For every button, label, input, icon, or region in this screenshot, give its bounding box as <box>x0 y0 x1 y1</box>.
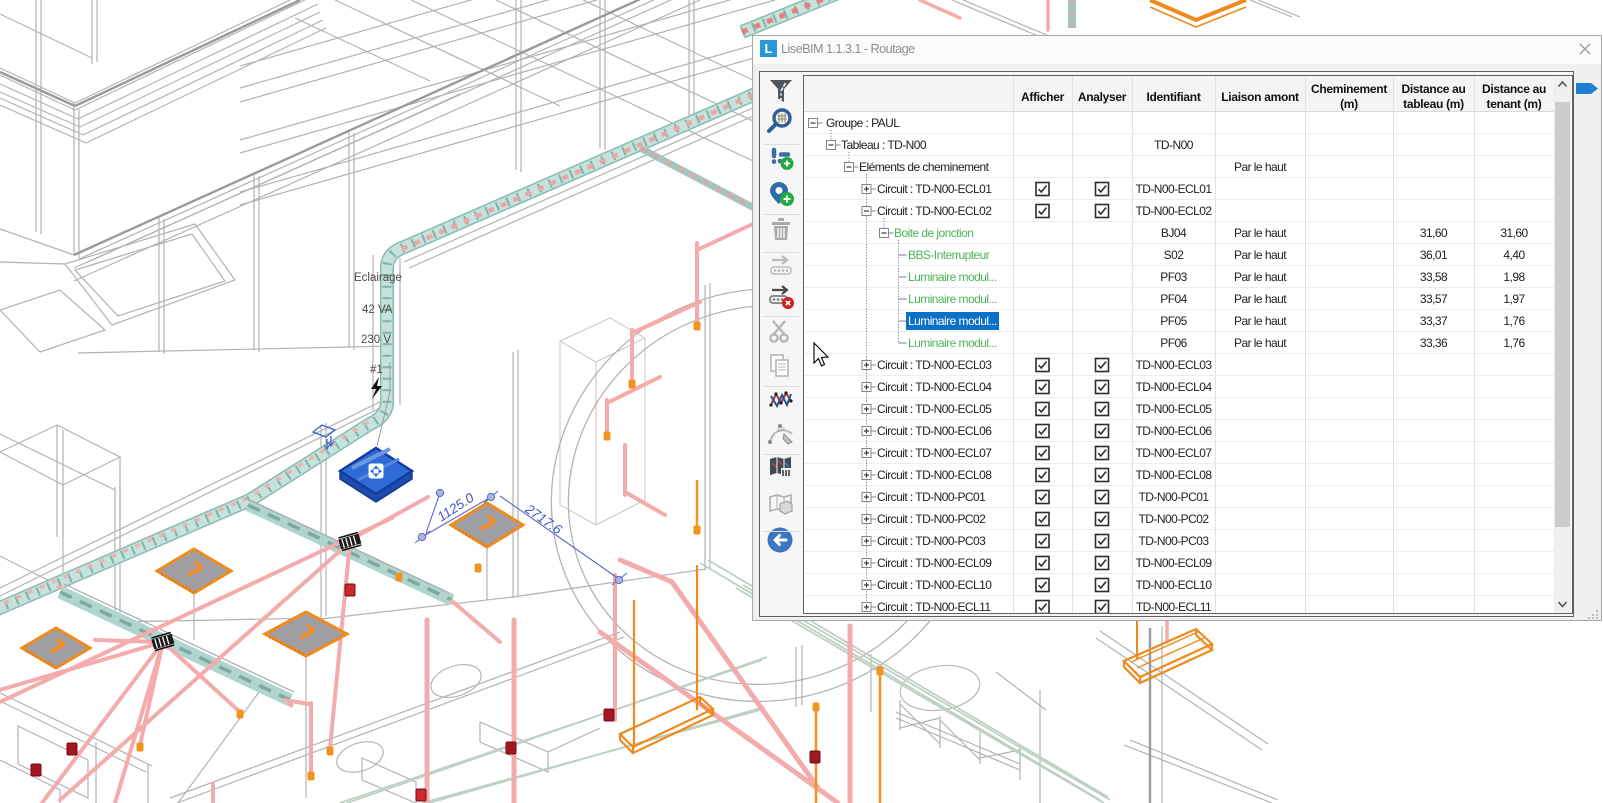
svg-text:#1: #1 <box>370 364 383 376</box>
svg-text:2717.6: 2717.6 <box>522 501 566 538</box>
svg-text:230 V: 230 V <box>361 334 391 346</box>
svg-text:42 VA: 42 VA <box>362 304 393 316</box>
svg-text:Eclairage: Eclairage <box>354 272 402 284</box>
